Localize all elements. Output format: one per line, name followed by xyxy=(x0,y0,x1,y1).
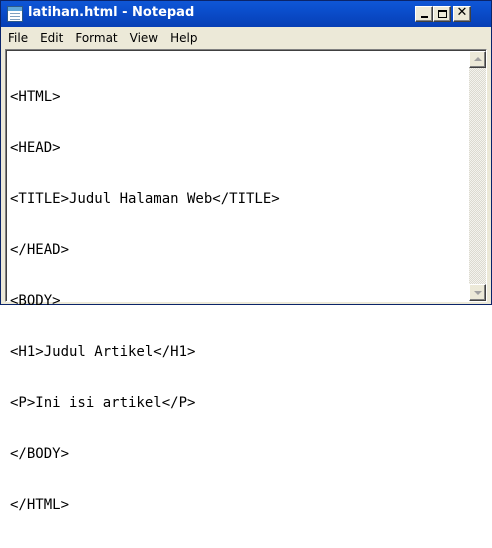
menu-bar: File Edit Format View Help xyxy=(1,27,491,49)
menu-edit[interactable]: Edit xyxy=(34,27,69,49)
window-title: latihan.html - Notepad xyxy=(28,5,195,20)
text-line: </HTML> xyxy=(10,497,70,513)
editor-text[interactable]: <HTML> <HEAD> <TITLE>Judul Halaman Web</… xyxy=(10,55,464,513)
text-line: <P>Ini isi artikel</P> xyxy=(10,395,196,411)
text-line: </HEAD> xyxy=(10,242,70,258)
text-line: <H1>Judul Artikel</H1> xyxy=(10,344,196,360)
maximize-button[interactable] xyxy=(433,6,451,22)
vertical-scrollbar[interactable] xyxy=(469,51,486,301)
close-icon: ✕ xyxy=(456,5,468,20)
text-editor[interactable]: <HTML> <HEAD> <TITLE>Judul Halaman Web</… xyxy=(6,50,486,513)
text-line: <HTML> xyxy=(10,89,61,105)
menu-file[interactable]: File xyxy=(1,27,34,49)
text-line: </BODY> xyxy=(10,446,70,462)
minimize-button[interactable] xyxy=(415,6,433,22)
close-button[interactable]: ✕ xyxy=(453,5,471,22)
arrow-down-icon xyxy=(474,291,482,295)
editor-frame: <HTML> <HEAD> <TITLE>Judul Halaman Web</… xyxy=(5,49,487,513)
scroll-down-button[interactable] xyxy=(469,284,486,301)
scroll-up-button[interactable] xyxy=(469,51,486,68)
menu-help[interactable]: Help xyxy=(164,27,203,49)
notepad-icon[interactable] xyxy=(7,6,23,22)
title-bar[interactable]: latihan.html - Notepad ✕ xyxy=(1,1,491,27)
arrow-up-icon xyxy=(474,57,482,61)
menu-format[interactable]: Format xyxy=(69,27,123,49)
minimize-icon xyxy=(421,16,428,18)
text-line: <HEAD> xyxy=(10,140,61,156)
text-line: <TITLE>Judul Halaman Web</TITLE> xyxy=(10,191,280,207)
notepad-window: latihan.html - Notepad ✕ File Edit Forma… xyxy=(0,0,492,513)
menu-view[interactable]: View xyxy=(124,27,164,49)
maximize-icon xyxy=(438,10,447,18)
text-line: <BODY> xyxy=(10,293,61,309)
